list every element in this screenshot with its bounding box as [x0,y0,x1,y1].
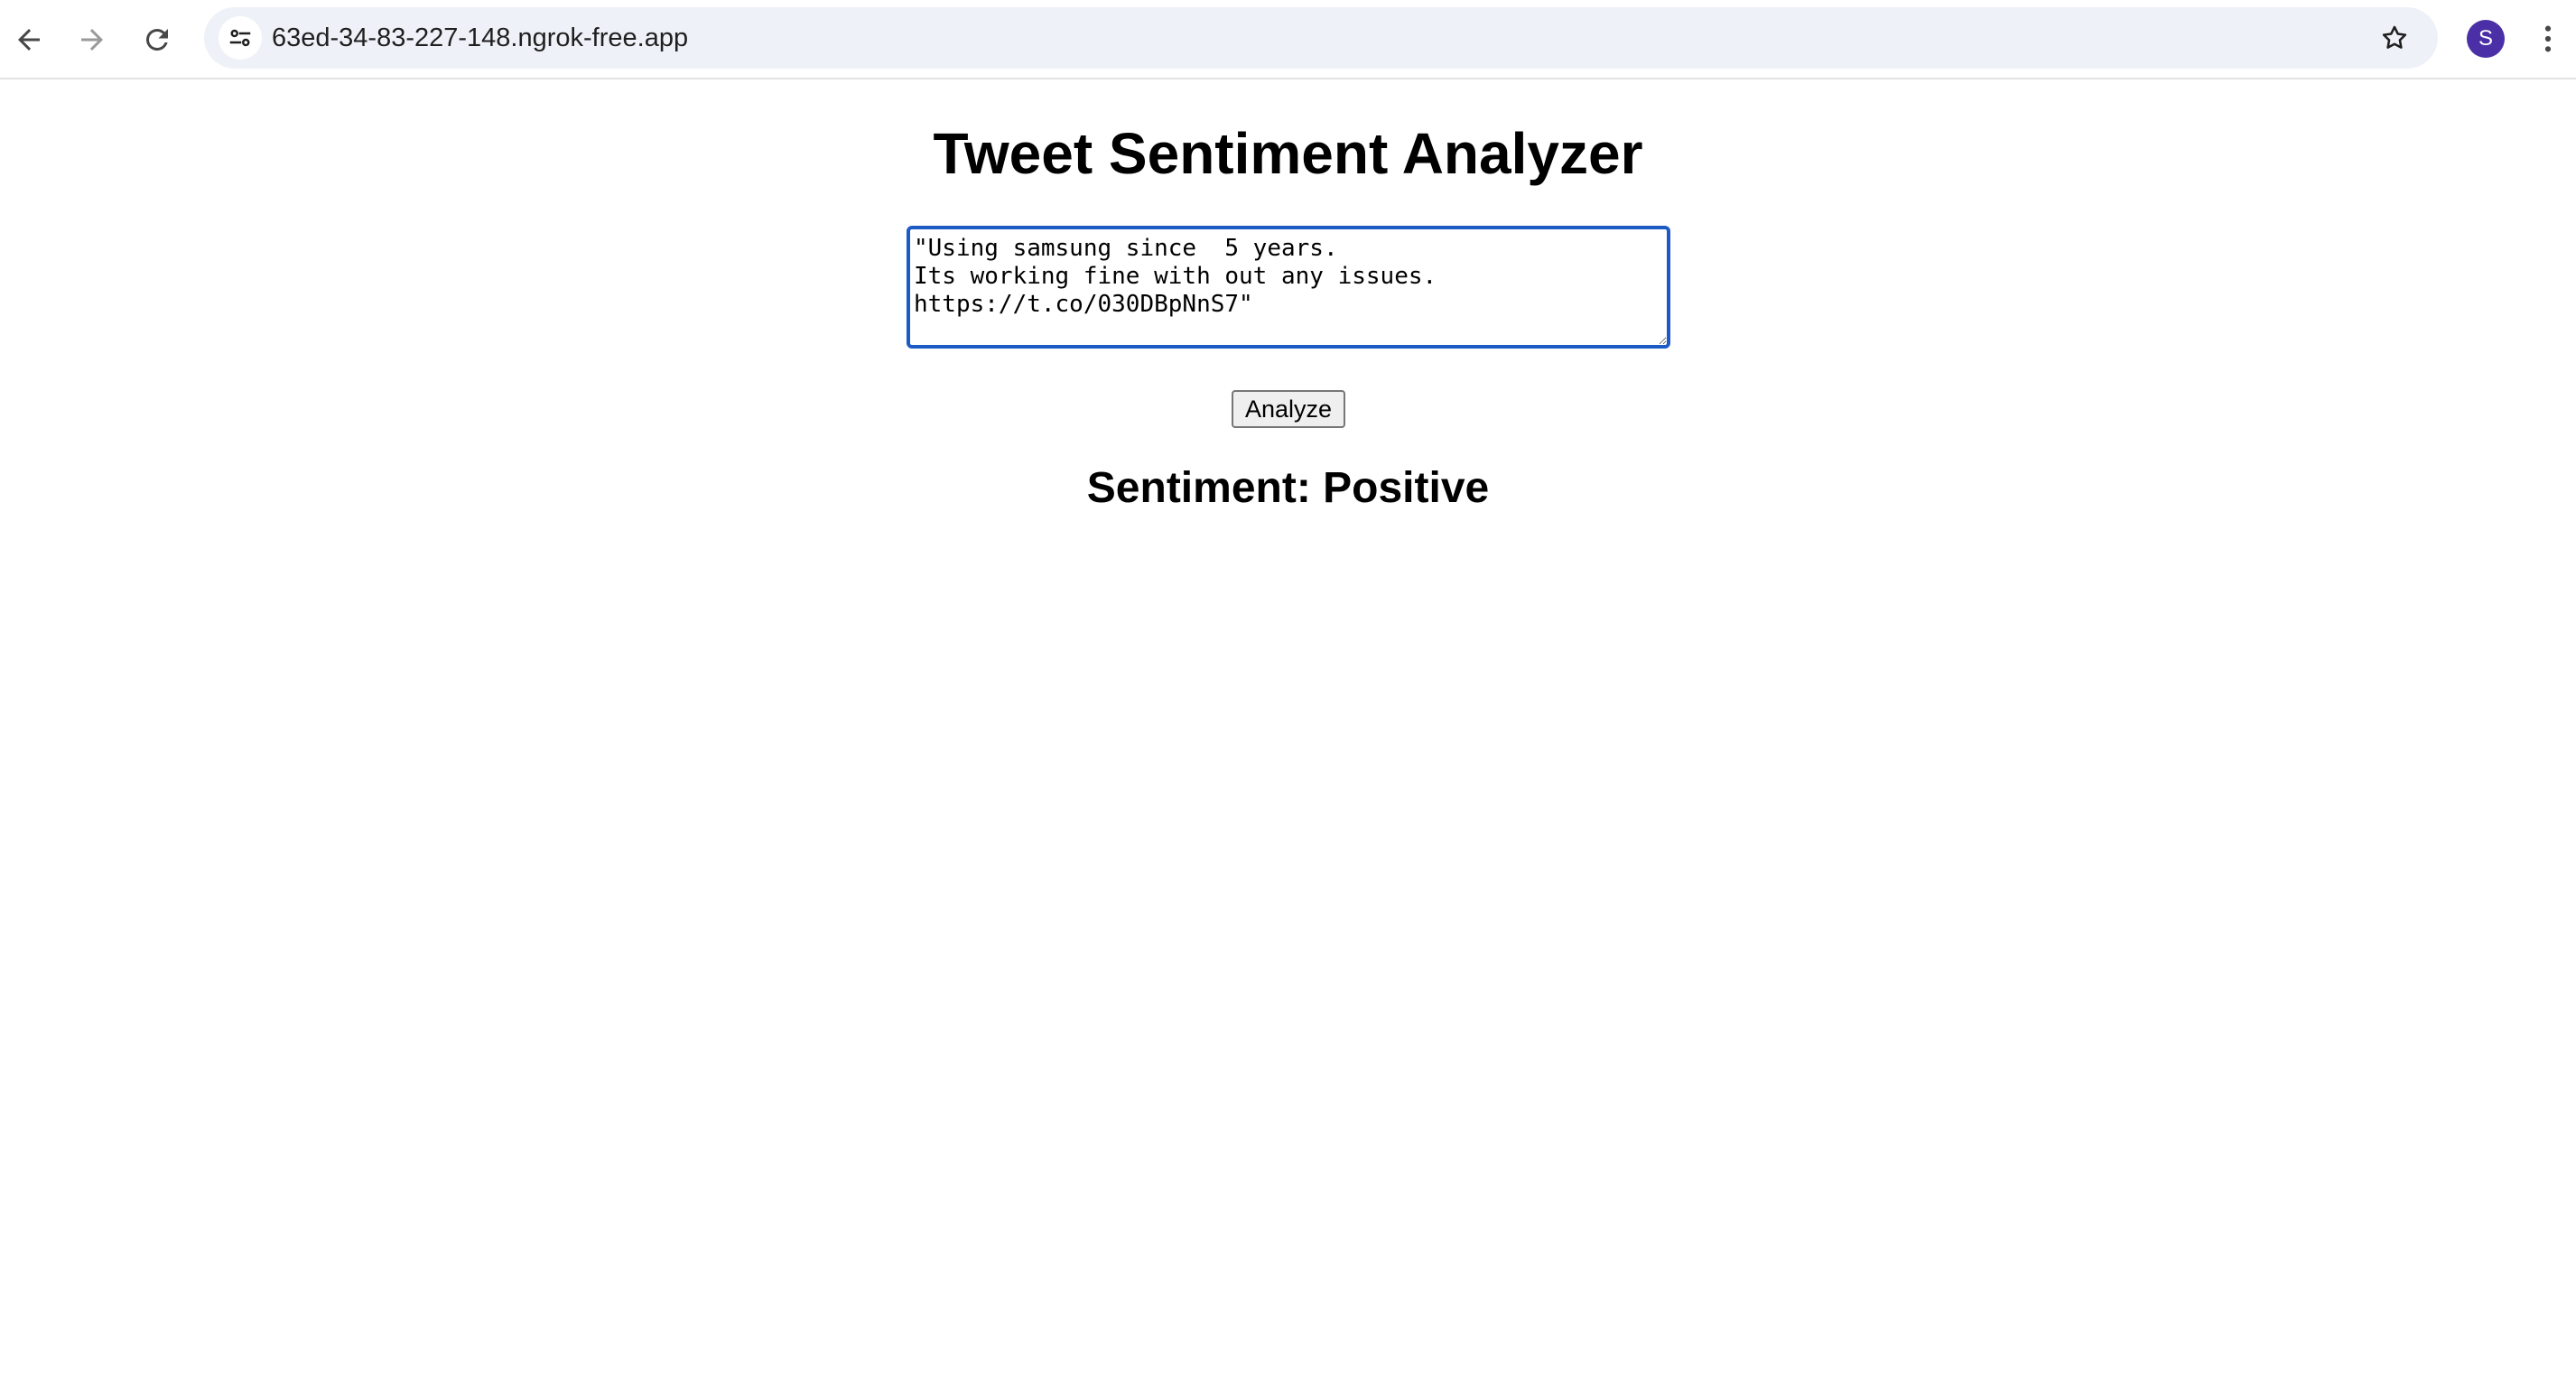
profile-avatar[interactable]: S [2467,20,2505,58]
url-text[interactable]: 63ed-34-83-227-148.ngrok-free.app [272,7,688,69]
bookmark-button[interactable] [2373,16,2416,60]
reload-icon [146,29,168,51]
forward-arrow-icon [81,29,103,51]
kebab-menu-icon [2544,25,2552,52]
tweet-input[interactable]: "Using samsung since 5 years. Its workin… [907,226,1670,349]
reload-button[interactable] [130,13,184,67]
site-settings-icon [229,29,251,47]
site-info-button[interactable] [219,16,262,60]
sentiment-result: Sentiment: Positive [1086,464,1490,512]
back-button[interactable] [2,13,56,67]
analyze-button[interactable]: Analyze [1232,390,1345,428]
forward-button[interactable] [65,13,119,67]
back-arrow-icon [18,29,40,51]
star-icon [2382,25,2407,49]
page-title: Tweet Sentiment Analyzer [933,121,1643,186]
browser-menu-button[interactable] [2532,18,2564,60]
browser-toolbar: 63ed-34-83-227-148.ngrok-free.app S [0,0,2576,79]
address-bar[interactable]: 63ed-34-83-227-148.ngrok-free.app [204,7,2438,69]
